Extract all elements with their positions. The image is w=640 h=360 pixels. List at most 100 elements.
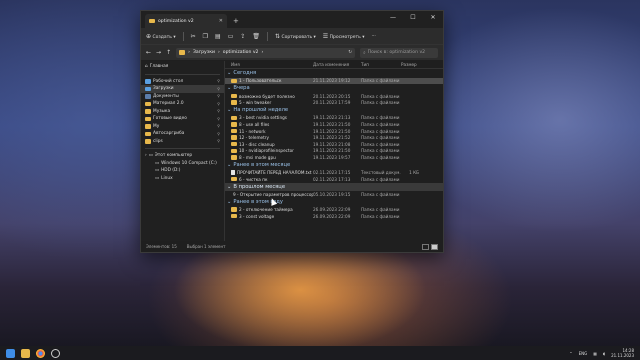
sidebar-item[interactable]: Загрузки ⚲ bbox=[141, 85, 224, 93]
file-type: Папка с файлами bbox=[361, 191, 400, 197]
address-bar[interactable]: › Загрузки › optimization v2 › ↻ bbox=[176, 47, 356, 58]
nav-this-pc[interactable]: › ▭ Этот компьютер bbox=[141, 152, 224, 160]
column-size[interactable]: Размер bbox=[401, 62, 421, 67]
folder-icon bbox=[231, 78, 237, 84]
file-row[interactable]: 11 - network 19.11.2023 21:50 Папка с файл… bbox=[225, 128, 443, 135]
sidebar-drive[interactable]: ▭ Windows 10 Compact (C:) bbox=[141, 160, 224, 168]
sidebar-item[interactable]: My ⚲ bbox=[141, 123, 224, 131]
tab-optimization[interactable]: optimization v2 ✕ bbox=[145, 14, 227, 28]
group-header[interactable]: ⌄ Ранее в этом году bbox=[225, 198, 443, 207]
chrome-icon[interactable] bbox=[36, 348, 45, 358]
paste-icon[interactable]: ▤ bbox=[215, 33, 221, 40]
file-date: 19.11.2023 21:52 bbox=[313, 135, 351, 141]
start-icon[interactable] bbox=[6, 348, 15, 358]
chevron-down-icon: ⌄ bbox=[227, 198, 232, 205]
maximize-button[interactable]: ☐ bbox=[403, 11, 423, 24]
more-button[interactable]: ··· bbox=[371, 34, 375, 39]
chevron-down-icon: ⌄ bbox=[227, 183, 232, 190]
search-input[interactable]: ⌕ Поиск в: optimization v2 bbox=[360, 47, 438, 58]
file-date: 02.11.2023 17:13 bbox=[313, 176, 351, 182]
column-date[interactable]: Дата изменения bbox=[313, 62, 361, 67]
clock[interactable]: 14:28 21.11.2023 bbox=[611, 348, 634, 358]
file-row[interactable]: возможно будет полезно 20.11.2023 20:15 Па… bbox=[225, 93, 443, 100]
file-explorer-icon[interactable] bbox=[21, 348, 30, 358]
group-header[interactable]: ⌄ Сегодня bbox=[225, 69, 443, 78]
breadcrumb-downloads[interactable]: Загрузки bbox=[193, 50, 215, 55]
group-header[interactable]: ⌄ Ранее в этом месяце bbox=[225, 161, 443, 170]
rename-icon[interactable]: ▭ bbox=[228, 33, 234, 40]
file-type: Папка с файлами bbox=[361, 176, 400, 182]
group-header[interactable]: ⌄ На прошлой неделе bbox=[225, 106, 443, 115]
file-name: 1 - Пользовательск bbox=[239, 78, 282, 84]
file-row[interactable]: 9 - Открытие параметров процессора 05.10.… bbox=[225, 191, 443, 198]
sidebar-item[interactable]: Документы ⚲ bbox=[141, 93, 224, 101]
sidebar-item-label: Автосаргриба bbox=[153, 131, 185, 137]
back-arrow-icon[interactable]: ← bbox=[146, 49, 151, 56]
home-icon: ⌂ bbox=[145, 64, 148, 70]
file-date: 20.11.2023 20:15 bbox=[313, 93, 351, 99]
sidebar-item[interactable]: Рабочий стол ⚲ bbox=[141, 78, 224, 86]
sidebar-item[interactable]: clips ⚲ bbox=[141, 138, 224, 146]
sidebar-drive[interactable]: ▭ HDD (D:) bbox=[141, 167, 224, 175]
file-name-cell: 1 - Пользовательск bbox=[225, 78, 313, 83]
file-row[interactable]: 8 - use all files 19.11.2023 21:50 Папка с… bbox=[225, 121, 443, 128]
refresh-icon[interactable]: ↻ bbox=[348, 50, 352, 55]
file-type: Папка с файлами bbox=[361, 148, 400, 154]
cut-icon[interactable]: ✂ bbox=[191, 33, 196, 40]
sidebar-item[interactable]: Музыка ⚲ bbox=[141, 108, 224, 116]
folder-icon bbox=[145, 109, 151, 114]
file-row[interactable]: 1 - Пользовательск 21.11.2023 19:12 Папка … bbox=[225, 77, 443, 85]
create-button[interactable]: ⊕ Создать ▾ bbox=[146, 33, 176, 40]
pin-icon: ⚲ bbox=[217, 139, 220, 144]
volume-icon[interactable]: ◖ bbox=[603, 351, 605, 356]
chevron-up-icon[interactable]: ⌃ bbox=[569, 351, 572, 356]
new-tab-button[interactable]: + bbox=[233, 17, 239, 25]
file-name-cell: 3 - const voltage bbox=[225, 214, 313, 219]
group-header[interactable]: ⌄ Вчера bbox=[225, 84, 443, 93]
share-icon[interactable]: ⇪ bbox=[240, 33, 245, 40]
folder-icon bbox=[231, 135, 237, 140]
column-name[interactable]: Имя bbox=[225, 62, 313, 67]
group-header[interactable]: ⌄ В прошлом месяце bbox=[225, 182, 443, 192]
file-row[interactable]: 6 - чистка пк 02.11.2023 17:13 Папка с фай… bbox=[225, 176, 443, 183]
language-indicator[interactable]: ENG bbox=[579, 351, 588, 356]
sidebar-drive[interactable]: ▭ Linux bbox=[141, 175, 224, 183]
file-row[interactable]: ПРОЧИТАЙТЕ ПЕРЕД НАЧАЛОМ.txt 02.11.2023 1… bbox=[225, 169, 443, 176]
obs-icon[interactable] bbox=[51, 348, 60, 358]
file-row[interactable]: 12 - telemetry 19.11.2023 21:52 Папка с фа… bbox=[225, 134, 443, 141]
file-name-cell: 2 - отключение таймера bbox=[225, 207, 313, 212]
sidebar-item[interactable]: Автосаргриба ⚲ bbox=[141, 130, 224, 138]
chevron-down-icon: › bbox=[145, 153, 147, 159]
close-button[interactable]: ✕ bbox=[423, 11, 443, 24]
minimize-button[interactable]: — bbox=[383, 11, 403, 24]
file-row[interactable]: 10 - nvidiaprofileinspector 19.11.2023 21… bbox=[225, 148, 443, 155]
navigation-pane: ⌂ Главная Рабочий стол ⚲ Загрузки ⚲ Документ… bbox=[141, 61, 225, 241]
breadcrumb-folder[interactable]: optimization v2 bbox=[223, 50, 259, 55]
up-arrow-icon[interactable]: ↑ bbox=[166, 49, 171, 56]
view-button[interactable]: ☰ Просмотреть ▾ bbox=[323, 33, 365, 40]
delete-icon[interactable]: 🗑 bbox=[252, 33, 260, 40]
file-row[interactable]: 3 - best nvidia settings 19.11.2023 21:13… bbox=[225, 115, 443, 122]
sidebar-item[interactable]: Материал 2.0 ⚲ bbox=[141, 100, 224, 108]
details-view-icon[interactable] bbox=[422, 243, 429, 250]
sort-button[interactable]: ⇅ Сортировать ▾ bbox=[275, 33, 316, 40]
file-row[interactable]: 2 - отключение таймера 26.09.2023 22:09 Па… bbox=[225, 206, 443, 213]
column-type[interactable]: Тип bbox=[361, 62, 401, 67]
folder-icon bbox=[231, 155, 237, 160]
nav-home[interactable]: ⌂ Главная bbox=[141, 63, 224, 71]
file-row[interactable]: 3 - const voltage 26.09.2023 22:09 Папка с… bbox=[225, 213, 443, 220]
copy-icon[interactable]: ❐ bbox=[203, 33, 208, 40]
tab-title: optimization v2 bbox=[158, 18, 194, 24]
file-row[interactable]: 13 - disc cleanup 19.11.2023 21:08 Папка с… bbox=[225, 141, 443, 148]
chevron-right-icon: › bbox=[188, 50, 190, 55]
forward-arrow-icon[interactable]: → bbox=[156, 49, 161, 56]
network-icon[interactable]: ▦ bbox=[593, 351, 597, 356]
file-date: 26.09.2023 22:09 bbox=[313, 213, 351, 219]
sidebar-item[interactable]: Готовые видео ⚲ bbox=[141, 115, 224, 123]
tab-close-icon[interactable]: ✕ bbox=[219, 18, 223, 24]
file-row[interactable]: 8 - msi mode gpu 19.11.2023 19:57 Папка с … bbox=[225, 154, 443, 161]
file-name: ПРОЧИТАЙТЕ ПЕРЕД НАЧАЛОМ.txt bbox=[237, 170, 312, 176]
file-row[interactable]: 5 - win tweaker 20.11.2023 17:59 Папка с ф… bbox=[225, 99, 443, 106]
tiles-view-icon[interactable] bbox=[431, 243, 438, 250]
divider bbox=[267, 31, 269, 41]
